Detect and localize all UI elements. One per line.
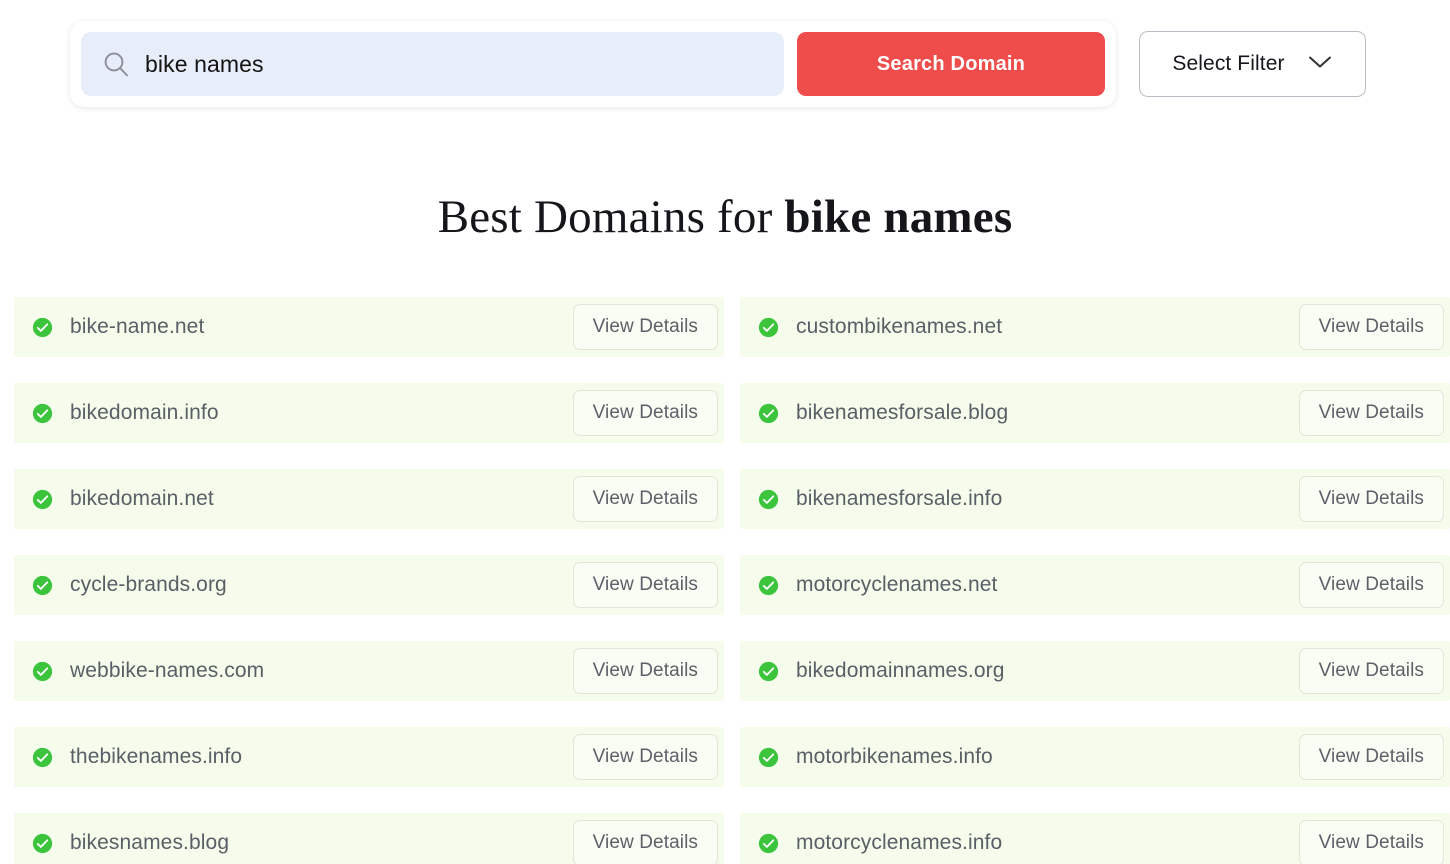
page-title: Best Domains for bike names <box>0 120 1450 241</box>
domain-name: bikenamesforsale.blog <box>796 401 1299 425</box>
check-circle-icon <box>32 575 53 596</box>
page-title-query: bike names <box>784 191 1012 243</box>
domain-result-row[interactable]: thebikenames.infoView Details <box>14 727 724 787</box>
check-circle-icon <box>758 489 779 510</box>
domain-result-row[interactable]: bikenamesforsale.infoView Details <box>740 469 1450 529</box>
view-details-button[interactable]: View Details <box>1299 390 1444 436</box>
search-input-wrapper[interactable] <box>81 32 784 96</box>
view-details-button[interactable]: View Details <box>573 820 718 864</box>
domain-name: webbike-names.com <box>70 659 573 683</box>
view-details-button[interactable]: View Details <box>1299 820 1444 864</box>
search-domain-button[interactable]: Search Domain <box>797 32 1105 96</box>
domain-result-row[interactable]: bikenamesforsale.blogView Details <box>740 383 1450 443</box>
view-details-button[interactable]: View Details <box>573 562 718 608</box>
domain-result-row[interactable]: bikedomain.netView Details <box>14 469 724 529</box>
domain-result-row[interactable]: cycle-brands.orgView Details <box>14 555 724 615</box>
view-details-button[interactable]: View Details <box>1299 562 1444 608</box>
domain-name: bike-name.net <box>70 315 573 339</box>
domain-name: bikenamesforsale.info <box>796 487 1299 511</box>
domain-name: thebikenames.info <box>70 745 573 769</box>
check-circle-icon <box>32 661 53 682</box>
domain-result-row[interactable]: motorcyclenames.infoView Details <box>740 813 1450 864</box>
check-circle-icon <box>758 317 779 338</box>
domain-result-row[interactable]: custombikenames.netView Details <box>740 297 1450 357</box>
domain-name: bikedomainnames.org <box>796 659 1299 683</box>
search-icon <box>101 49 131 79</box>
select-filter-dropdown[interactable]: Select Filter <box>1139 31 1366 97</box>
domain-result-row[interactable]: bikedomain.infoView Details <box>14 383 724 443</box>
domain-name: custombikenames.net <box>796 315 1299 339</box>
domain-name: motorcyclenames.info <box>796 831 1299 855</box>
check-circle-icon <box>758 661 779 682</box>
domain-name: cycle-brands.org <box>70 573 573 597</box>
view-details-button[interactable]: View Details <box>573 390 718 436</box>
domain-result-row[interactable]: bike-name.netView Details <box>14 297 724 357</box>
results-grid: bike-name.netView Details custombikename… <box>0 297 1450 864</box>
view-details-button[interactable]: View Details <box>1299 304 1444 350</box>
page-title-prefix: Best Domains for <box>438 191 785 243</box>
domain-name: bikesnames.blog <box>70 831 573 855</box>
domain-name: bikedomain.net <box>70 487 573 511</box>
view-details-button[interactable]: View Details <box>573 304 718 350</box>
check-circle-icon <box>758 575 779 596</box>
domain-name: motorcyclenames.net <box>796 573 1299 597</box>
check-circle-icon <box>758 403 779 424</box>
view-details-button[interactable]: View Details <box>573 734 718 780</box>
view-details-button[interactable]: View Details <box>573 476 718 522</box>
domain-result-row[interactable]: motorbikenames.infoView Details <box>740 727 1450 787</box>
view-details-button[interactable]: View Details <box>1299 648 1444 694</box>
check-circle-icon <box>758 833 779 854</box>
domain-result-row[interactable]: bikedomainnames.orgView Details <box>740 641 1450 701</box>
check-circle-icon <box>32 317 53 338</box>
view-details-button[interactable]: View Details <box>1299 476 1444 522</box>
check-circle-icon <box>32 403 53 424</box>
view-details-button[interactable]: View Details <box>573 648 718 694</box>
domain-name: motorbikenames.info <box>796 745 1299 769</box>
search-region: Search Domain Select Filter <box>0 0 1450 120</box>
domain-name: bikedomain.info <box>70 401 573 425</box>
check-circle-icon <box>32 489 53 510</box>
select-filter-label: Select Filter <box>1172 52 1284 76</box>
chevron-down-icon <box>1307 54 1333 75</box>
domain-result-row[interactable]: motorcyclenames.netView Details <box>740 555 1450 615</box>
check-circle-icon <box>32 747 53 768</box>
check-circle-icon <box>32 833 53 854</box>
search-card: Search Domain <box>70 21 1116 107</box>
domain-result-row[interactable]: webbike-names.comView Details <box>14 641 724 701</box>
domain-result-row[interactable]: bikesnames.blogView Details <box>14 813 724 864</box>
search-input[interactable] <box>145 51 764 78</box>
view-details-button[interactable]: View Details <box>1299 734 1444 780</box>
check-circle-icon <box>758 747 779 768</box>
